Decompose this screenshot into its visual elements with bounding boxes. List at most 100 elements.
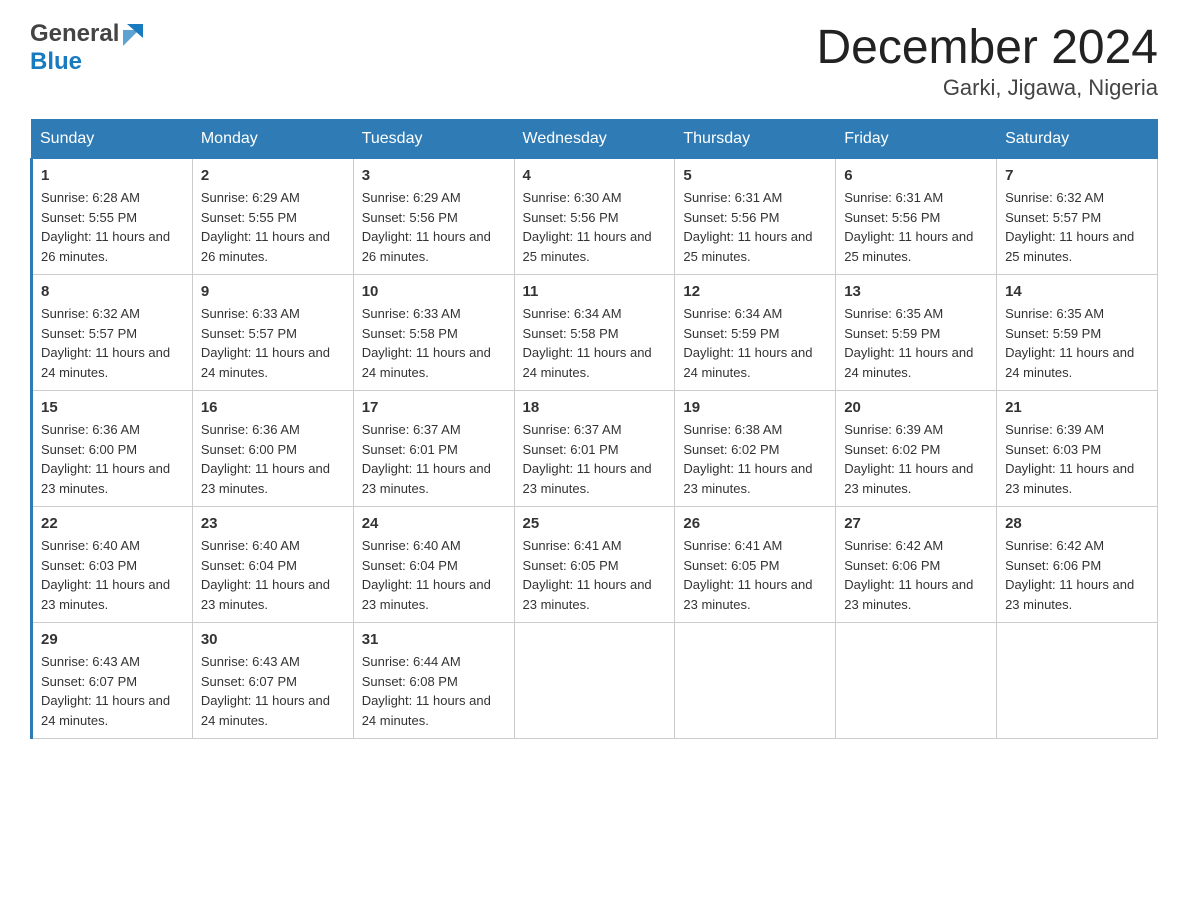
day-number: 17 xyxy=(362,399,506,416)
logo: General Blue xyxy=(30,20,147,76)
calendar-day-cell xyxy=(675,623,836,739)
logo-blue-text: Blue xyxy=(30,48,147,76)
day-number: 22 xyxy=(41,515,184,532)
calendar-day-header: Tuesday xyxy=(353,120,514,159)
day-number: 10 xyxy=(362,283,506,300)
day-info: Sunrise: 6:34 AMSunset: 5:59 PMDaylight:… xyxy=(683,304,827,382)
calendar-week-row: 29 Sunrise: 6:43 AMSunset: 6:07 PMDayligh… xyxy=(32,623,1158,739)
day-info: Sunrise: 6:29 AMSunset: 5:55 PMDaylight:… xyxy=(201,188,345,266)
day-info: Sunrise: 6:29 AMSunset: 5:56 PMDaylight:… xyxy=(362,188,506,266)
day-info: Sunrise: 6:40 AMSunset: 6:04 PMDaylight:… xyxy=(201,536,345,614)
day-info: Sunrise: 6:39 AMSunset: 6:02 PMDaylight:… xyxy=(844,420,988,498)
day-number: 19 xyxy=(683,399,827,416)
day-number: 2 xyxy=(201,167,345,184)
calendar-day-cell: 10 Sunrise: 6:33 AMSunset: 5:58 PMDayligh… xyxy=(353,275,514,391)
calendar-day-cell: 27 Sunrise: 6:42 AMSunset: 6:06 PMDayligh… xyxy=(836,507,997,623)
title-block: December 2024 Garki, Jigawa, Nigeria xyxy=(816,20,1158,101)
calendar-table: SundayMondayTuesdayWednesdayThursdayFrid… xyxy=(30,119,1158,739)
day-number: 13 xyxy=(844,283,988,300)
day-info: Sunrise: 6:36 AMSunset: 6:00 PMDaylight:… xyxy=(41,420,184,498)
day-number: 20 xyxy=(844,399,988,416)
calendar-day-cell: 1 Sunrise: 6:28 AMSunset: 5:55 PMDaylight… xyxy=(32,159,193,275)
day-info: Sunrise: 6:35 AMSunset: 5:59 PMDaylight:… xyxy=(1005,304,1149,382)
calendar-day-header: Saturday xyxy=(997,120,1158,159)
calendar-day-cell: 14Sunrise: 6:35 AMSunset: 5:59 PMDayligh… xyxy=(997,275,1158,391)
page-title: December 2024 xyxy=(816,20,1158,75)
day-number: 1 xyxy=(41,167,184,184)
day-number: 23 xyxy=(201,515,345,532)
calendar-day-cell: 2 Sunrise: 6:29 AMSunset: 5:55 PMDaylight… xyxy=(192,159,353,275)
logo-general-text: General xyxy=(30,20,119,48)
day-number: 8 xyxy=(41,283,184,300)
calendar-day-cell: 30Sunrise: 6:43 AMSunset: 6:07 PMDayligh… xyxy=(192,623,353,739)
day-number: 18 xyxy=(523,399,667,416)
calendar-day-cell xyxy=(997,623,1158,739)
day-number: 31 xyxy=(362,631,506,648)
day-number: 29 xyxy=(41,631,184,648)
page-header: General Blue December 2024 Garki, Jigawa… xyxy=(30,20,1158,101)
calendar-day-cell xyxy=(836,623,997,739)
day-number: 11 xyxy=(523,283,667,300)
day-info: Sunrise: 6:34 AMSunset: 5:58 PMDaylight:… xyxy=(523,304,667,382)
calendar-day-cell: 4 Sunrise: 6:30 AMSunset: 5:56 PMDaylight… xyxy=(514,159,675,275)
day-number: 6 xyxy=(844,167,988,184)
calendar-day-cell: 29 Sunrise: 6:43 AMSunset: 6:07 PMDayligh… xyxy=(32,623,193,739)
day-number: 15 xyxy=(41,399,184,416)
day-number: 21 xyxy=(1005,399,1149,416)
calendar-day-header: Friday xyxy=(836,120,997,159)
calendar-day-cell: 25 Sunrise: 6:41 AMSunset: 6:05 PMDayligh… xyxy=(514,507,675,623)
calendar-day-cell: 13Sunrise: 6:35 AMSunset: 5:59 PMDayligh… xyxy=(836,275,997,391)
calendar-day-cell: 12 Sunrise: 6:34 AMSunset: 5:59 PMDayligh… xyxy=(675,275,836,391)
day-info: Sunrise: 6:37 AMSunset: 6:01 PMDaylight:… xyxy=(362,420,506,498)
calendar-day-cell: 11 Sunrise: 6:34 AMSunset: 5:58 PMDayligh… xyxy=(514,275,675,391)
day-info: Sunrise: 6:41 AMSunset: 6:05 PMDaylight:… xyxy=(523,536,667,614)
day-info: Sunrise: 6:42 AMSunset: 6:06 PMDaylight:… xyxy=(1005,536,1149,614)
day-number: 7 xyxy=(1005,167,1149,184)
day-number: 9 xyxy=(201,283,345,300)
calendar-day-cell: 24 Sunrise: 6:40 AMSunset: 6:04 PMDayligh… xyxy=(353,507,514,623)
calendar-day-cell: 8 Sunrise: 6:32 AMSunset: 5:57 PMDaylight… xyxy=(32,275,193,391)
day-info: Sunrise: 6:33 AMSunset: 5:57 PMDaylight:… xyxy=(201,304,345,382)
day-info: Sunrise: 6:36 AMSunset: 6:00 PMDaylight:… xyxy=(201,420,345,498)
day-number: 27 xyxy=(844,515,988,532)
day-info: Sunrise: 6:33 AMSunset: 5:58 PMDaylight:… xyxy=(362,304,506,382)
day-number: 25 xyxy=(523,515,667,532)
calendar-week-row: 8 Sunrise: 6:32 AMSunset: 5:57 PMDaylight… xyxy=(32,275,1158,391)
day-number: 12 xyxy=(683,283,827,300)
logo-arrow-icon xyxy=(119,20,147,48)
calendar-day-cell: 9 Sunrise: 6:33 AMSunset: 5:57 PMDaylight… xyxy=(192,275,353,391)
calendar-day-cell: 19 Sunrise: 6:38 AMSunset: 6:02 PMDayligh… xyxy=(675,391,836,507)
calendar-day-cell: 23 Sunrise: 6:40 AMSunset: 6:04 PMDayligh… xyxy=(192,507,353,623)
day-info: Sunrise: 6:39 AMSunset: 6:03 PMDaylight:… xyxy=(1005,420,1149,498)
day-info: Sunrise: 6:28 AMSunset: 5:55 PMDaylight:… xyxy=(41,188,184,266)
calendar-week-row: 22Sunrise: 6:40 AMSunset: 6:03 PMDayligh… xyxy=(32,507,1158,623)
day-info: Sunrise: 6:30 AMSunset: 5:56 PMDaylight:… xyxy=(523,188,667,266)
day-number: 24 xyxy=(362,515,506,532)
day-number: 26 xyxy=(683,515,827,532)
calendar-day-cell: 20 Sunrise: 6:39 AMSunset: 6:02 PMDayligh… xyxy=(836,391,997,507)
day-info: Sunrise: 6:41 AMSunset: 6:05 PMDaylight:… xyxy=(683,536,827,614)
calendar-day-cell: 26 Sunrise: 6:41 AMSunset: 6:05 PMDayligh… xyxy=(675,507,836,623)
day-number: 4 xyxy=(523,167,667,184)
calendar-day-header: Monday xyxy=(192,120,353,159)
calendar-day-cell: 5Sunrise: 6:31 AMSunset: 5:56 PMDaylight… xyxy=(675,159,836,275)
day-info: Sunrise: 6:42 AMSunset: 6:06 PMDaylight:… xyxy=(844,536,988,614)
day-number: 30 xyxy=(201,631,345,648)
calendar-day-header: Sunday xyxy=(32,120,193,159)
day-info: Sunrise: 6:38 AMSunset: 6:02 PMDaylight:… xyxy=(683,420,827,498)
day-info: Sunrise: 6:31 AMSunset: 5:56 PMDaylight:… xyxy=(844,188,988,266)
calendar-day-header: Wednesday xyxy=(514,120,675,159)
day-info: Sunrise: 6:32 AMSunset: 5:57 PMDaylight:… xyxy=(41,304,184,382)
day-info: Sunrise: 6:31 AMSunset: 5:56 PMDaylight:… xyxy=(683,188,827,266)
calendar-day-cell: 3Sunrise: 6:29 AMSunset: 5:56 PMDaylight… xyxy=(353,159,514,275)
day-number: 16 xyxy=(201,399,345,416)
day-info: Sunrise: 6:40 AMSunset: 6:04 PMDaylight:… xyxy=(362,536,506,614)
calendar-day-cell: 28 Sunrise: 6:42 AMSunset: 6:06 PMDayligh… xyxy=(997,507,1158,623)
page-subtitle: Garki, Jigawa, Nigeria xyxy=(816,75,1158,101)
day-number: 28 xyxy=(1005,515,1149,532)
day-info: Sunrise: 6:43 AMSunset: 6:07 PMDaylight:… xyxy=(41,652,184,730)
calendar-header-row: SundayMondayTuesdayWednesdayThursdayFrid… xyxy=(32,120,1158,159)
calendar-week-row: 1 Sunrise: 6:28 AMSunset: 5:55 PMDaylight… xyxy=(32,159,1158,275)
calendar-week-row: 15 Sunrise: 6:36 AMSunset: 6:00 PMDayligh… xyxy=(32,391,1158,507)
calendar-day-header: Thursday xyxy=(675,120,836,159)
